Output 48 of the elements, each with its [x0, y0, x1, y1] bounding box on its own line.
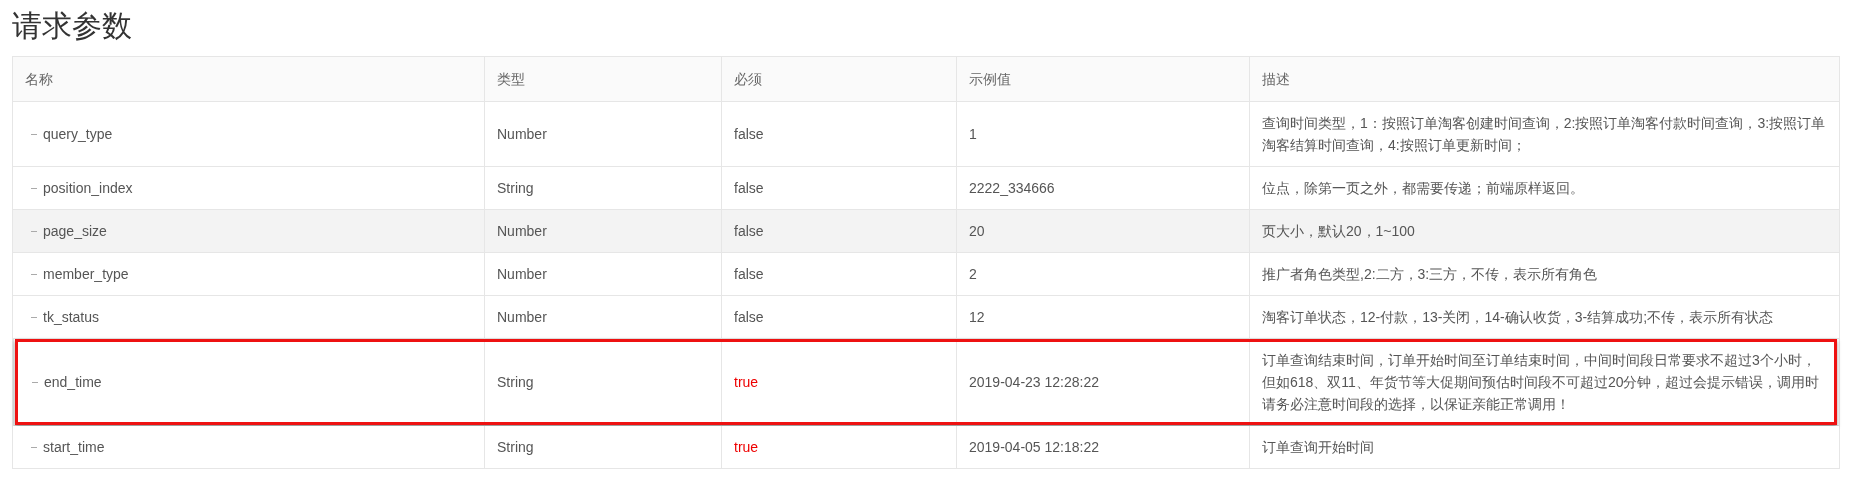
dash-icon: [32, 381, 38, 383]
parameter-name: tk_status: [43, 308, 100, 327]
dash-icon: [31, 316, 37, 318]
parameter-name: page_size: [43, 222, 107, 241]
type-text: String: [497, 179, 534, 198]
section-title: 请求参数: [12, 8, 133, 44]
required-text: false: [734, 125, 764, 144]
type-text: String: [497, 438, 534, 457]
example-value: 20: [969, 222, 985, 241]
required-text: false: [734, 265, 764, 284]
column-header: 必须: [721, 57, 956, 101]
example-value: 1: [969, 125, 977, 144]
required-text: false: [734, 222, 764, 241]
description-text: 推广者角色类型,2:二方，3:三方，不传，表示所有角色: [1262, 265, 1598, 284]
type-text: Number: [497, 308, 547, 327]
parameter-name: end_time: [44, 373, 102, 392]
description-text: 订单查询结束时间，订单开始时间至订单结束时间，中间时间段日常要求不超过3个小时，但如618、双11、年货节等大促期间预估时间段不可超过20分钟，超过会提示错误，调用时请务必注意时间段的选择，以保证亲能正常调用！: [1262, 351, 1821, 414]
example-value: 2222_334666: [969, 179, 1055, 198]
parameter-name: start_time: [43, 438, 105, 457]
required-text: false: [734, 308, 764, 327]
dash-icon: [31, 230, 37, 232]
required-text: true: [734, 438, 759, 457]
column-header: 描述: [1249, 57, 1839, 101]
required-text: true: [734, 373, 759, 392]
description-text: 查询时间类型，1：按照订单淘客创建时间查询，2:按照订单淘客付款时间查询，3:按照订单淘客结算时间查询，4:按照订单更新时间；: [1262, 114, 1827, 155]
dash-icon: [31, 273, 37, 275]
type-text: Number: [497, 125, 547, 144]
description-text: 淘客订单状态，12-付款，13-关闭，14-确认收货，3-结算成功;不传，表示所有状态: [1262, 308, 1774, 327]
type-text: String: [497, 373, 534, 392]
parameter-name: position_index: [43, 179, 133, 198]
example-value: 2019-04-05 12:18:22: [969, 438, 1099, 457]
dash-icon: [31, 187, 37, 189]
description-text: 位点，除第一页之外，都需要传递；前端原样返回。: [1262, 179, 1584, 198]
dash-icon: [31, 133, 37, 135]
dash-icon: [31, 446, 37, 448]
description-text: 订单查询开始时间: [1262, 438, 1374, 457]
parameter-name: query_type: [43, 125, 113, 144]
parameter-name: member_type: [43, 265, 129, 284]
type-text: Number: [497, 222, 547, 241]
description-text: 页大小，默认20，1~100: [1262, 222, 1415, 241]
example-value: 12: [969, 308, 985, 327]
example-value: 2019-04-23 12:28:22: [969, 373, 1099, 392]
column-header: 示例值: [956, 57, 1249, 101]
column-header: 类型: [484, 57, 721, 101]
example-value: 2: [969, 265, 977, 284]
type-text: Number: [497, 265, 547, 284]
column-header: 名称: [24, 70, 54, 89]
required-text: false: [734, 179, 764, 198]
